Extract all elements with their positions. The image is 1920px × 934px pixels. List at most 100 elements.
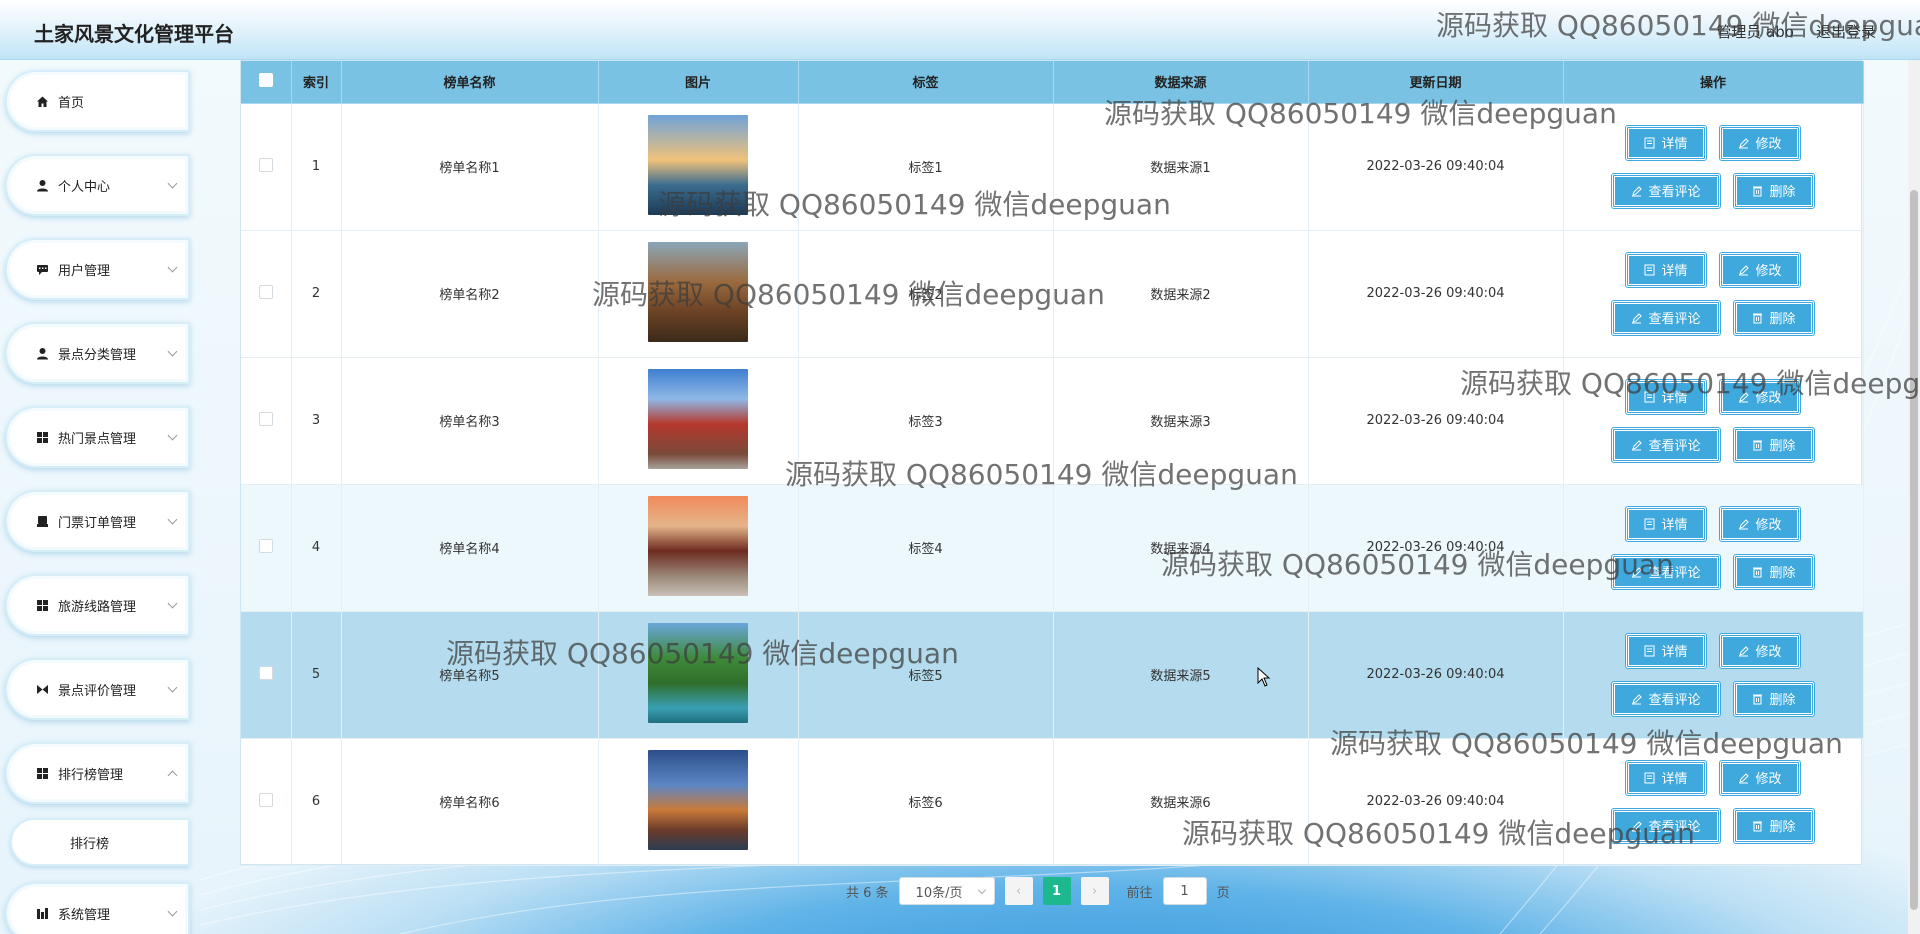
edit-button[interactable]: 修改 (1719, 632, 1801, 669)
sidebar-item-hot-spots[interactable]: 热门景点管理 (5, 406, 190, 468)
table-row[interactable]: 2 榜单名称2 标签2 数据来源2 2022-03-26 09:40:04 详情… (241, 230, 1864, 358)
tag-cell: 标签6 (798, 738, 1054, 866)
page-scrollbar[interactable] (1908, 60, 1920, 934)
document-icon (1644, 137, 1655, 148)
name-cell: 榜单名称4 (341, 484, 599, 612)
row-checkbox[interactable] (258, 538, 273, 553)
scenic-thumbnail (648, 749, 748, 850)
view-comments-button[interactable]: 查看评论 (1611, 426, 1721, 463)
edit-button[interactable]: 修改 (1719, 251, 1801, 288)
page-size-select[interactable]: 10条/页 (898, 877, 995, 905)
image-cell (598, 738, 799, 866)
trash-icon (1753, 440, 1763, 450)
row-checkbox[interactable] (258, 665, 273, 680)
detail-button[interactable]: 详情 (1625, 632, 1707, 669)
row-checkbox[interactable] (258, 157, 273, 172)
row-checkbox[interactable] (258, 411, 273, 426)
scenic-thumbnail (648, 622, 748, 723)
sidebar-item-category-management[interactable]: 景点分类管理 (5, 322, 190, 384)
top-bar: 土家风景文化管理平台 管理员 abo 退出登录 (0, 0, 1920, 60)
image-cell (598, 357, 799, 485)
delete-button[interactable]: 删除 (1733, 299, 1815, 336)
prev-page-button[interactable]: ‹ (1004, 877, 1033, 905)
row-select-cell[interactable] (241, 357, 292, 485)
detail-button[interactable]: 详情 (1625, 759, 1707, 796)
sidebar-item-home[interactable]: 首页 (5, 70, 190, 132)
sidebar-item-ticket-orders[interactable]: 门票订单管理 (5, 490, 190, 552)
detail-button[interactable]: 详情 (1625, 505, 1707, 542)
scrollbar-thumb[interactable] (1910, 190, 1918, 910)
goto-page-input[interactable] (1162, 877, 1207, 905)
edit-button[interactable]: 修改 (1719, 124, 1801, 161)
document-icon (1644, 645, 1655, 656)
total-count: 共 6 条 (846, 885, 889, 901)
row-checkbox[interactable] (258, 792, 273, 807)
ranking-table-container: 索引 榜单名称 图片 标签 数据来源 更新日期 操作 1 榜单名称1 标签1 数… (240, 60, 1864, 866)
edit-button[interactable]: 修改 (1719, 505, 1801, 542)
next-page-button[interactable]: › (1080, 877, 1109, 905)
sidebar-item-user-management[interactable]: 用户管理 (5, 238, 190, 300)
page-number-current[interactable]: 1 (1042, 877, 1071, 905)
page-size-value: 10条/页 (915, 885, 963, 901)
sidebar-subitem-ranking[interactable]: 排行榜 (10, 818, 190, 866)
table-row[interactable]: 1 榜单名称1 标签1 数据来源1 2022-03-26 09:40:04 详情… (241, 103, 1864, 231)
view-comments-button[interactable]: 查看评论 (1611, 553, 1721, 590)
logout-button[interactable]: 退出登录 (1816, 21, 1876, 42)
tag-cell: 标签5 (798, 611, 1054, 739)
view-comments-label: 查看评论 (1648, 185, 1701, 200)
delete-button[interactable]: 删除 (1733, 172, 1815, 209)
sidebar-item-reviews[interactable]: 景点评价管理 (5, 658, 190, 720)
view-comments-label: 查看评论 (1648, 693, 1701, 708)
row-select-cell[interactable] (241, 484, 292, 612)
page-suffix: 页 (1216, 885, 1230, 901)
table-header-row: 索引 榜单名称 图片 标签 数据来源 更新日期 操作 (241, 61, 1864, 104)
date-cell: 2022-03-26 09:40:04 (1308, 738, 1564, 866)
view-comments-button[interactable]: 查看评论 (1611, 172, 1721, 209)
actions-cell: 详情 修改 查看评论 删除 (1563, 611, 1864, 739)
name-cell: 榜单名称2 (341, 230, 599, 358)
document-icon (1644, 391, 1655, 402)
view-comments-button[interactable]: 查看评论 (1611, 299, 1721, 336)
row-select-cell[interactable] (241, 738, 292, 866)
sidebar-item-ranking[interactable]: 排行榜管理 (5, 742, 190, 804)
chevron-down-icon (167, 178, 178, 189)
detail-button[interactable]: 详情 (1625, 251, 1707, 288)
select-all-cell[interactable] (241, 61, 292, 104)
row-select-cell[interactable] (241, 611, 292, 739)
sidebar-item-personal-center[interactable]: 个人中心 (5, 154, 190, 216)
delete-button-label: 删除 (1769, 566, 1796, 581)
edit-button[interactable]: 修改 (1719, 759, 1801, 796)
row-select-cell[interactable] (241, 230, 292, 358)
scenic-thumbnail (648, 368, 748, 469)
table-row[interactable]: 4 榜单名称4 标签4 数据来源4 2022-03-26 09:40:04 详情… (241, 484, 1864, 612)
sidebar-item-label: 景点评价管理 (58, 683, 137, 699)
admin-user-label[interactable]: 管理员 abo (1716, 21, 1794, 42)
sidebar-subitem-label: 排行榜 (70, 836, 110, 852)
detail-button[interactable]: 详情 (1625, 124, 1707, 161)
view-comments-button[interactable]: 查看评论 (1611, 680, 1721, 717)
mouse-cursor-icon (1257, 667, 1271, 687)
table-row[interactable]: 3 榜单名称3 标签3 数据来源3 2022-03-26 09:40:04 详情… (241, 357, 1864, 485)
delete-button[interactable]: 删除 (1733, 426, 1815, 463)
table-row[interactable]: 5 榜单名称5 标签5 数据来源5 2022-03-26 09:40:04 详情… (241, 611, 1864, 739)
chart-icon (35, 906, 49, 920)
delete-button[interactable]: 删除 (1733, 553, 1815, 590)
select-all-checkbox[interactable] (258, 72, 273, 87)
row-select-cell[interactable] (241, 103, 292, 231)
delete-button-label: 删除 (1769, 693, 1796, 708)
sidebar-item-travel-routes[interactable]: 旅游线路管理 (5, 574, 190, 636)
detail-button[interactable]: 详情 (1625, 378, 1707, 415)
row-checkbox[interactable] (258, 284, 273, 299)
delete-button-label: 删除 (1769, 312, 1796, 327)
column-header: 榜单名称 (341, 61, 599, 104)
sidebar-item-system[interactable]: 系统管理 (5, 882, 190, 934)
delete-button[interactable]: 删除 (1733, 680, 1815, 717)
actions-cell: 详情 修改 查看评论 删除 (1563, 230, 1864, 358)
delete-button[interactable]: 删除 (1733, 807, 1815, 844)
table-row[interactable]: 6 榜单名称6 标签6 数据来源6 2022-03-26 09:40:04 详情… (241, 738, 1864, 866)
edit-button-label: 修改 (1755, 137, 1782, 152)
actions-cell: 详情 修改 查看评论 删除 (1563, 103, 1864, 231)
edit-button[interactable]: 修改 (1719, 378, 1801, 415)
view-comments-button[interactable]: 查看评论 (1611, 807, 1721, 844)
delete-button-label: 删除 (1769, 820, 1796, 835)
